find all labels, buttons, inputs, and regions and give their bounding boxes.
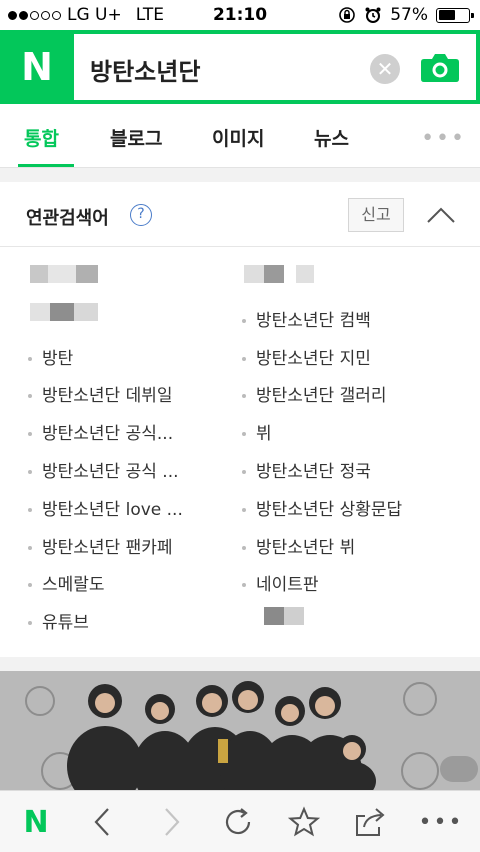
tab-blog[interactable]: 블로그 xyxy=(110,124,162,151)
back-button[interactable] xyxy=(84,805,120,839)
related-item[interactable]: 방탄소년단 데뷔일 xyxy=(28,381,173,406)
rotation-lock-icon xyxy=(339,7,356,23)
clear-icon[interactable]: ✕ xyxy=(370,54,400,84)
related-item[interactable]: 방탄소년단 공식... xyxy=(28,419,173,444)
more-icon: ••• xyxy=(418,809,464,835)
related-item[interactable]: 방탄소년단 컴백 xyxy=(242,306,371,331)
more-button[interactable]: ••• xyxy=(418,805,464,839)
naver-home-icon: N xyxy=(23,804,49,840)
news-photo[interactable] xyxy=(0,671,480,790)
active-tab-indicator xyxy=(18,164,74,167)
related-item[interactable]: 유튜브 xyxy=(28,608,89,633)
tab-integrated[interactable]: 통합 xyxy=(24,124,59,151)
related-item[interactable]: 방탄소년단 love ... xyxy=(28,495,183,520)
related-item[interactable]: 네이트판 xyxy=(242,570,319,595)
related-item[interactable]: 방탄소년단 갤러리 xyxy=(242,381,387,406)
battery-percent: 57% xyxy=(390,5,428,25)
related-item[interactable]: 방탄소년단 공식 ... xyxy=(28,457,179,482)
tab-news[interactable]: 뉴스 xyxy=(314,124,349,151)
forward-icon xyxy=(165,808,180,836)
blurred-item xyxy=(30,302,98,322)
search-header: N 방탄소년단 ✕ xyxy=(0,30,480,104)
section-divider xyxy=(0,657,480,671)
related-item[interactable]: 방탄소년단 상황문답 xyxy=(242,495,402,520)
related-item[interactable]: 스메랄도 xyxy=(28,570,105,595)
battery-icon xyxy=(436,7,474,23)
more-tabs-icon[interactable]: ••• xyxy=(421,126,466,151)
related-item[interactable]: 방탄소년단 지민 xyxy=(242,344,371,369)
section-divider xyxy=(0,168,480,182)
search-input[interactable]: 방탄소년단 ✕ xyxy=(74,34,476,100)
chevron-up-icon[interactable] xyxy=(424,202,458,228)
refresh-icon xyxy=(225,808,251,835)
alarm-icon xyxy=(365,7,381,23)
back-icon xyxy=(94,808,109,836)
blurred-item xyxy=(244,264,314,284)
related-item[interactable]: 방탄소년단 정국 xyxy=(242,457,371,482)
related-item[interactable]: 방탄소년단 팬카페 xyxy=(28,533,173,558)
naver-logo[interactable]: N xyxy=(0,30,74,104)
star-icon xyxy=(288,806,320,837)
blurred-item xyxy=(30,264,98,284)
related-searches: 연관검색어 ? 신고 방탄 방탄소년단 데뷔일 방탄소년단 공식... 방탄소년… xyxy=(0,182,480,657)
search-query: 방탄소년단 xyxy=(90,58,201,86)
bookmark-button[interactable] xyxy=(286,805,322,839)
related-item[interactable]: 뷔 xyxy=(242,419,272,444)
help-icon[interactable]: ? xyxy=(130,204,152,226)
forward-button[interactable] xyxy=(154,805,190,839)
divider xyxy=(0,246,480,247)
share-button[interactable] xyxy=(352,805,388,839)
related-item[interactable]: 방탄소년단 뷔 xyxy=(242,533,355,558)
search-tabs: 통합 블로그 이미지 뉴스 ••• xyxy=(0,104,480,168)
home-button[interactable]: N xyxy=(18,804,54,840)
refresh-button[interactable] xyxy=(220,805,256,839)
status-bar: LG U+ LTE 21:10 57% xyxy=(0,0,480,30)
bottom-toolbar: N ••• xyxy=(0,790,480,852)
camera-icon[interactable] xyxy=(420,51,460,83)
blurred-item xyxy=(264,606,304,626)
related-title: 연관검색어 xyxy=(26,208,109,229)
report-button[interactable]: 신고 xyxy=(348,198,404,232)
related-item[interactable]: 방탄 xyxy=(28,344,73,369)
share-icon xyxy=(356,808,385,836)
tab-image[interactable]: 이미지 xyxy=(212,124,264,151)
photo-backdrop xyxy=(0,671,480,790)
